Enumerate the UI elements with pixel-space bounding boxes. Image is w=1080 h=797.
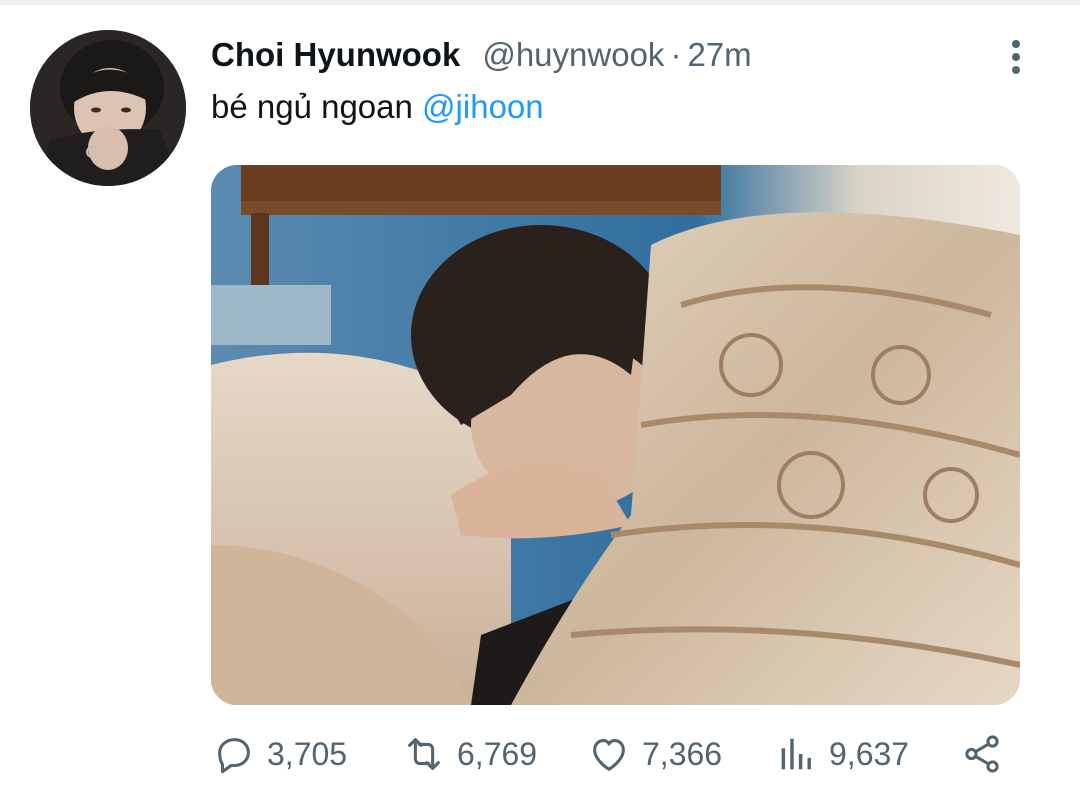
avatar-photo (30, 30, 186, 186)
display-name[interactable]: Choi Hyunwook (211, 36, 460, 74)
tweet-header: Choi Hyunwook @huynwook · 27m (211, 36, 752, 82)
like-button[interactable]: 7,366 (586, 728, 722, 780)
tweet-image[interactable] (211, 165, 1020, 705)
views-count: 9,637 (829, 735, 910, 772)
tweet-text: bé ngủ ngoan @jihoon (211, 88, 544, 126)
comment-icon (218, 738, 250, 774)
tweet-photo (211, 165, 1020, 705)
mention-link[interactable]: @jihoon (422, 88, 544, 125)
share-button[interactable] (959, 728, 1005, 780)
reply-button[interactable]: 3,705 (211, 728, 347, 780)
separator-dot: · (670, 36, 682, 73)
avatar[interactable] (30, 30, 186, 186)
timestamp[interactable]: 27m (687, 36, 751, 74)
views-chart-icon (781, 738, 811, 770)
tweet-actions: 3,705 6,769 7,366 9,637 (211, 728, 1011, 780)
views-button[interactable]: 9,637 (773, 728, 909, 780)
more-vertical-icon (1012, 40, 1020, 48)
share-icon (965, 735, 999, 773)
like-count: 7,366 (642, 735, 723, 772)
retweet-count: 6,769 (457, 735, 538, 772)
retweet-icon (408, 738, 440, 770)
top-divider (0, 0, 1080, 5)
reply-count: 3,705 (267, 735, 348, 772)
tweet-body: bé ngủ ngoan (211, 88, 423, 125)
heart-icon (593, 739, 625, 771)
retweet-button[interactable]: 6,769 (401, 728, 537, 780)
user-handle[interactable]: @huynwook (482, 36, 664, 74)
more-options-button[interactable] (1000, 34, 1032, 80)
